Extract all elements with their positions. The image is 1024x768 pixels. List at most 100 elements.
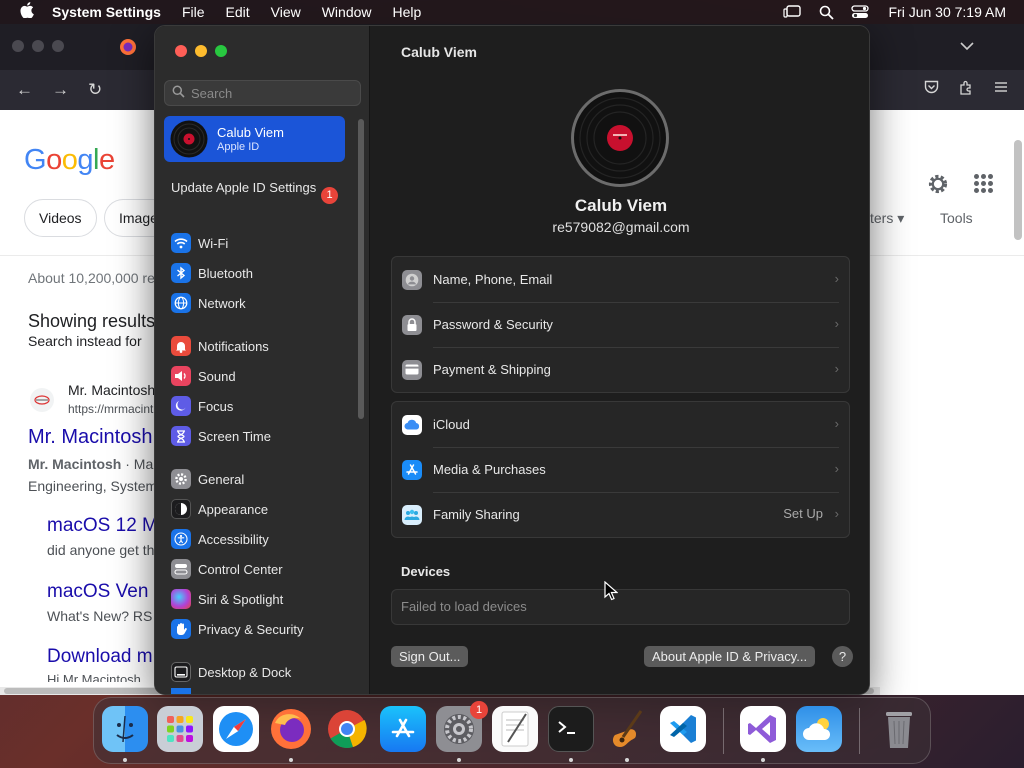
videos-chip[interactable]: Videos bbox=[24, 199, 97, 237]
search-instead-text[interactable]: Search instead for bbox=[28, 333, 142, 349]
sidebar-item-privacy-security[interactable]: Privacy & Security bbox=[171, 616, 303, 642]
sidebar-item-apple-id[interactable]: Calub Viem Apple ID bbox=[164, 116, 345, 162]
browser-close-icon[interactable] bbox=[12, 40, 24, 52]
firefox-tab-icon[interactable] bbox=[108, 32, 148, 62]
sidebar-item-wifi[interactable]: Wi-Fi bbox=[171, 230, 228, 256]
update-badge: 1 bbox=[321, 187, 338, 204]
stage-manager-icon[interactable] bbox=[782, 4, 802, 20]
row-media-purchases[interactable]: Media & Purchases › bbox=[392, 447, 849, 492]
forward-arrow-icon[interactable]: → bbox=[52, 80, 69, 100]
menu-view[interactable]: View bbox=[271, 4, 301, 20]
browser-zoom-icon[interactable] bbox=[52, 40, 64, 52]
sign-out-button[interactable]: Sign Out... bbox=[391, 646, 469, 667]
sidebar-item-label: Appearance bbox=[198, 501, 269, 517]
row-label: Media & Purchases bbox=[433, 462, 546, 477]
google-apps-icon[interactable] bbox=[974, 174, 994, 194]
menu-edit[interactable]: Edit bbox=[226, 4, 250, 20]
sidebar-item-notifications[interactable]: Notifications bbox=[171, 333, 269, 359]
browser-minimize-icon[interactable] bbox=[32, 40, 44, 52]
menu-window[interactable]: Window bbox=[322, 4, 372, 20]
visual-studio-icon[interactable] bbox=[740, 706, 786, 752]
row-icloud[interactable]: iCloud › bbox=[392, 402, 849, 447]
chrome-icon[interactable] bbox=[324, 706, 370, 752]
sidebar-item-general[interactable]: General bbox=[171, 466, 244, 492]
sidebar-scrollbar[interactable] bbox=[358, 119, 364, 419]
app-store-dock-icon[interactable] bbox=[380, 706, 426, 752]
hamburger-menu-icon[interactable] bbox=[994, 80, 1008, 99]
google-settings-gear-icon[interactable] bbox=[926, 172, 950, 196]
sidebar-item-bluetooth[interactable]: Bluetooth bbox=[171, 260, 253, 286]
appearance-icon bbox=[171, 499, 191, 519]
spotlight-search-icon[interactable] bbox=[816, 4, 836, 20]
sidebar-item-update-apple-id[interactable]: Update Apple ID Settings bbox=[171, 180, 341, 196]
sidebar-item-network[interactable]: Network bbox=[171, 290, 246, 316]
sidebar-item-desktop-dock[interactable]: Desktop & Dock bbox=[171, 659, 291, 685]
firefox-icon[interactable] bbox=[268, 706, 314, 752]
menu-help[interactable]: Help bbox=[393, 4, 422, 20]
textedit-icon[interactable] bbox=[492, 706, 538, 752]
window-minimize-icon[interactable] bbox=[195, 45, 207, 57]
result-title-link[interactable]: Mr. Macintosh bbox=[28, 426, 152, 449]
back-arrow-icon[interactable]: ← bbox=[16, 80, 33, 100]
bluetooth-icon bbox=[171, 263, 191, 283]
sitelink-2-title[interactable]: macOS Ven bbox=[47, 581, 148, 603]
sidebar-item-label: Siri & Spotlight bbox=[198, 591, 284, 607]
chevron-right-icon: › bbox=[834, 361, 839, 376]
result-url[interactable]: https://mrmacint bbox=[68, 402, 153, 416]
sitelink-1-text: did anyone get th bbox=[47, 542, 155, 558]
trash-icon[interactable] bbox=[876, 706, 922, 752]
row-password-security[interactable]: Password & Security › bbox=[392, 302, 849, 347]
search-icon bbox=[172, 85, 185, 101]
control-center-icon[interactable] bbox=[850, 4, 870, 20]
sidebar-item-screen-time[interactable]: Screen Time bbox=[171, 423, 271, 449]
sitelink-1-title[interactable]: macOS 12 M bbox=[47, 515, 158, 537]
sidebar-item-focus[interactable]: Focus bbox=[171, 393, 233, 419]
extensions-icon[interactable] bbox=[959, 80, 974, 99]
row-label: Password & Security bbox=[433, 317, 553, 332]
sidebar-item-accessibility[interactable]: Accessibility bbox=[171, 526, 269, 552]
vscode-icon[interactable] bbox=[660, 706, 706, 752]
sitelink-3-title[interactable]: Download m bbox=[47, 646, 153, 668]
profile-avatar[interactable] bbox=[570, 88, 670, 188]
launchpad-icon[interactable] bbox=[157, 706, 203, 752]
app-store-icon bbox=[402, 459, 422, 480]
page-title: Calub Viem bbox=[401, 44, 477, 60]
sidebar-item-sound[interactable]: Sound bbox=[171, 363, 236, 389]
sitelink-2-text: What's New? RS bbox=[47, 608, 153, 624]
all-filters-dropdown[interactable]: ters ▾ bbox=[870, 210, 904, 227]
search-input[interactable] bbox=[191, 85, 351, 101]
safari-icon[interactable] bbox=[213, 706, 259, 752]
firefox-running-indicator bbox=[289, 758, 293, 762]
lock-icon bbox=[402, 314, 422, 335]
reload-icon[interactable]: ↻ bbox=[88, 80, 102, 100]
help-button[interactable]: ? bbox=[832, 646, 853, 667]
chevron-right-icon: › bbox=[834, 271, 839, 286]
finder-icon[interactable] bbox=[102, 706, 148, 752]
window-close-icon[interactable] bbox=[175, 45, 187, 57]
window-zoom-icon[interactable] bbox=[215, 45, 227, 57]
sidebar-item-control-center[interactable]: Control Center bbox=[171, 556, 283, 582]
menu-file[interactable]: File bbox=[182, 4, 205, 20]
sidebar-search[interactable] bbox=[164, 80, 361, 106]
row-family-sharing[interactable]: Family Sharing Set Up › bbox=[392, 492, 849, 537]
chevron-right-icon: › bbox=[834, 416, 839, 431]
menu-app-name[interactable]: System Settings bbox=[52, 4, 161, 20]
about-apple-id-privacy-button[interactable]: About Apple ID & Privacy... bbox=[644, 646, 816, 667]
apple-menu-icon[interactable] bbox=[18, 1, 36, 23]
row-name-phone-email[interactable]: Name, Phone, Email › bbox=[392, 257, 849, 302]
weather-icon[interactable] bbox=[796, 706, 842, 752]
tab-list-chevron-icon[interactable] bbox=[960, 38, 974, 54]
garageband-icon[interactable] bbox=[604, 706, 650, 752]
sidebar-item-siri-spotlight[interactable]: Siri & Spotlight bbox=[171, 586, 283, 612]
terminal-icon[interactable] bbox=[548, 706, 594, 752]
chevron-right-icon: › bbox=[834, 316, 839, 331]
menu-clock[interactable]: Fri Jun 30 7:19 AM bbox=[888, 4, 1006, 20]
result-site-name[interactable]: Mr. Macintosh bbox=[68, 382, 155, 398]
sidebar-item-appearance[interactable]: Appearance bbox=[171, 496, 268, 522]
page-vertical-scrollbar[interactable] bbox=[1014, 140, 1022, 240]
google-logo[interactable]: Google bbox=[24, 144, 115, 177]
site-favicon-icon bbox=[30, 388, 54, 412]
google-tools-button[interactable]: Tools bbox=[940, 210, 973, 226]
row-payment-shipping[interactable]: Payment & Shipping › bbox=[392, 347, 849, 392]
pocket-icon[interactable] bbox=[924, 80, 939, 99]
